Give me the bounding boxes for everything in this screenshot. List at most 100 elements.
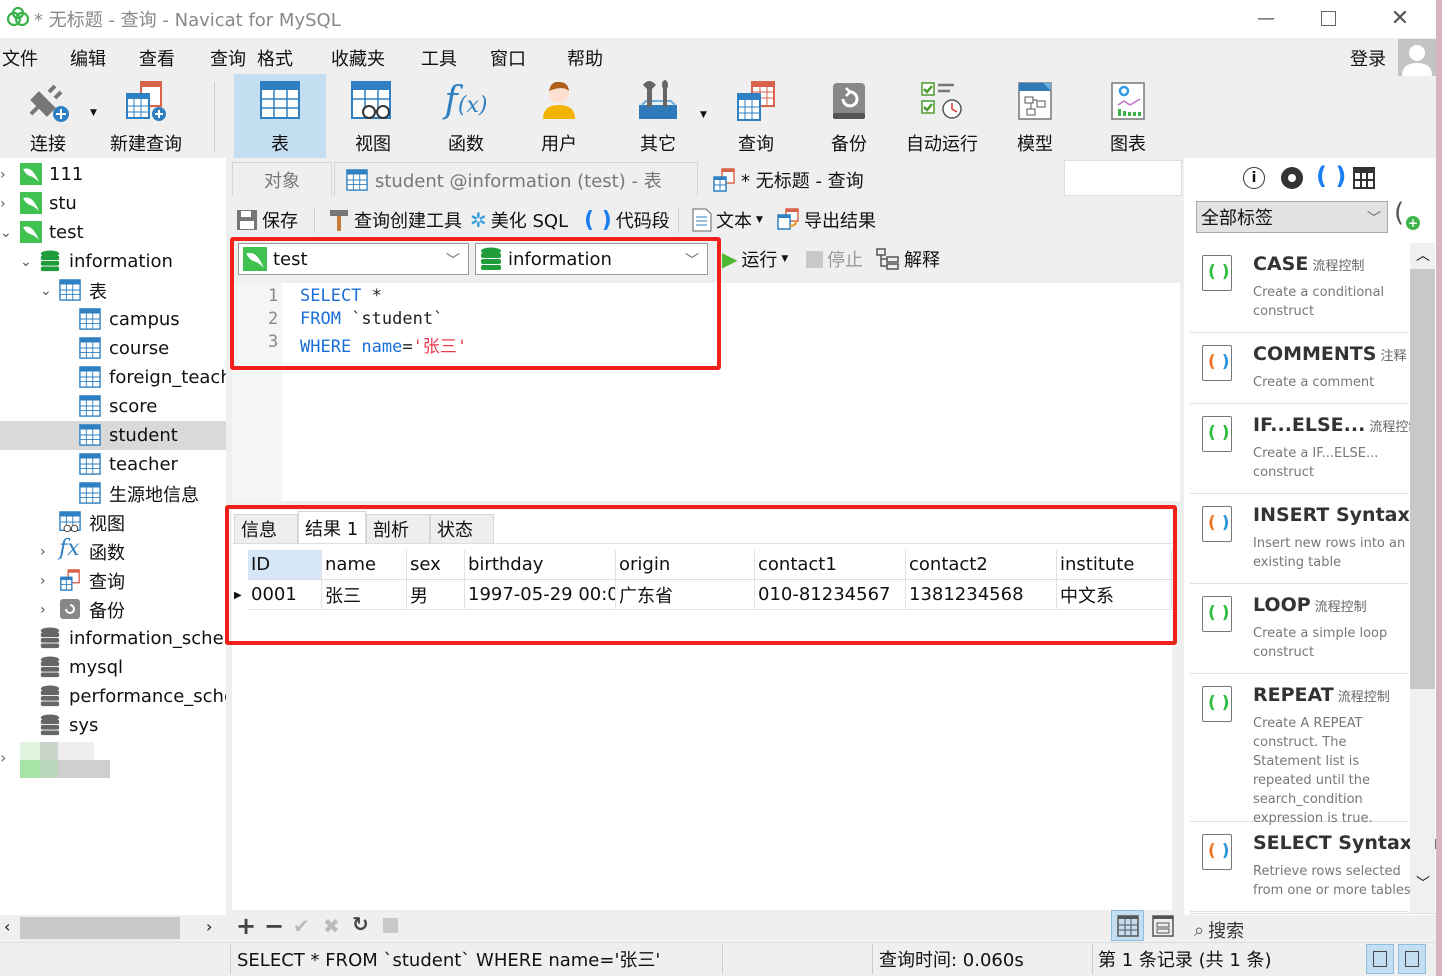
table-layout-icon[interactable] [1353,167,1375,189]
menu-tools[interactable]: 工具 [421,45,457,71]
save-button[interactable]: 保存 [236,205,298,235]
login-link[interactable]: 登录 [1350,45,1386,71]
menu-query[interactable]: 查询 [210,45,246,71]
column-header[interactable]: birthday [465,550,616,580]
query-builder-button[interactable]: 查询创建工具 [328,205,462,235]
tree-connection-stu[interactable]: › stu [0,189,226,218]
result-tab-status[interactable]: 状态 [430,514,494,544]
snippet-item[interactable]: ( ) IF...ELSE... 流程控制 Create a IF...ELSE...… [1190,404,1421,494]
menu-favorites[interactable]: 收藏夹 [331,45,385,71]
text-dropdown-icon[interactable]: ▼ [756,215,763,225]
menu-edit[interactable]: 编辑 [70,45,106,71]
backup-button[interactable]: 备份 [803,74,895,158]
connection-select[interactable]: test ﹀ [238,243,469,275]
result-tab-profile[interactable]: 剖析 [366,514,430,544]
snippet-tab-icon[interactable]: ( ) [1316,162,1346,190]
table-cell[interactable]: 张三 [322,580,407,610]
scroll-down-icon[interactable]: ﹀ [1416,873,1430,893]
function-button[interactable]: f(x) 函数 [420,74,512,158]
apply-changes-icon[interactable]: ✔ [293,914,310,938]
tree-table-campus[interactable]: campus [0,305,226,334]
column-header[interactable]: institute [1057,550,1172,580]
delete-record-icon[interactable]: − [264,912,284,940]
run-dropdown-icon[interactable]: ▼ [781,254,788,264]
tree-table-student[interactable]: student [0,421,226,450]
tree-table-origin-info[interactable]: 生源地信息 [0,479,226,508]
chevron-right-icon[interactable]: › [40,544,46,560]
menu-help[interactable]: 帮助 [567,45,603,71]
tree-database-information[interactable]: ⌄ information [0,247,226,276]
chevron-down-icon[interactable]: ⌄ [20,254,32,270]
database-select[interactable]: information ﹀ [475,243,708,275]
scroll-thumb[interactable] [1410,269,1435,689]
tree-views-group[interactable]: 视图 [0,508,226,537]
discard-changes-icon[interactable]: ✖ [323,914,340,938]
info-icon[interactable]: i [1243,167,1265,189]
snippet-item[interactable]: ( ) LOOP 流程控制 Create a simple loop construc… [1190,584,1408,674]
beautify-sql-button[interactable]: ✲ 美化 SQL [470,205,568,235]
connect-dropdown-icon[interactable]: ▼ [90,108,97,118]
stop-icon[interactable] [383,918,398,933]
chevron-right-icon[interactable]: › [0,196,6,212]
chevron-down-icon[interactable]: ⌄ [40,283,52,299]
tree-database-performance-schema[interactable]: performance_schema [0,682,226,711]
scroll-left-icon[interactable]: ‹ [4,917,10,936]
tree-table-foreign-teach[interactable]: foreign_teach [0,363,226,392]
export-result-button[interactable]: 导出结果 [776,205,876,235]
column-header[interactable]: contact2 [906,550,1057,580]
snippet-item[interactable]: ( )SELECT SyntaxDMLRetrieve rows selecte… [1190,822,1442,912]
tree-tables-group[interactable]: ⌄ 表 [0,276,226,305]
table-cell[interactable]: 广东省 [616,580,755,610]
snippet-scrollbar[interactable]: ︿ ﹀ [1410,243,1435,913]
chevron-right-icon[interactable]: › [40,573,46,589]
menu-window[interactable]: 窗口 [490,45,526,71]
column-header[interactable]: contact1 [755,550,906,580]
layout-right-button[interactable] [1398,944,1426,974]
tree-connection-111[interactable]: › 111 [0,160,226,189]
other-button[interactable]: 其它 [612,74,704,158]
query-button[interactable]: 查询 [710,74,802,158]
scroll-right-icon[interactable]: › [206,917,212,936]
tree-functions-group[interactable]: › fx 函数 [0,536,226,566]
table-cell[interactable]: 0001 [248,580,322,610]
snippet-item[interactable]: ( ) COMMENTS 注释 Create a comment [1190,333,1408,404]
add-record-icon[interactable]: + [236,912,256,940]
snippet-item[interactable]: ( ) CASE 流程控制 Create a conditional construc… [1190,243,1408,333]
preview-icon[interactable] [1281,167,1303,189]
run-button[interactable]: ▶ 运行 ▼ [722,244,788,274]
column-header[interactable]: sex [407,550,465,580]
column-header[interactable]: ID [248,550,322,580]
sidebar-hscrollbar[interactable]: ‹ › [0,915,226,941]
menu-format[interactable]: 格式 [257,45,293,71]
new-snippet-button[interactable]: ( + [1394,198,1424,234]
text-button[interactable]: 文本 ▼ [692,205,763,235]
chart-button[interactable]: 图表 [1082,74,1174,158]
model-button[interactable]: 模型 [989,74,1081,158]
column-header[interactable]: origin [616,550,755,580]
tab-untitled-query[interactable]: * 无标题 - 查询 [700,162,1062,196]
form-view-button[interactable] [1148,910,1178,941]
menu-file[interactable]: 文件 [2,45,38,71]
tree-backups-group[interactable]: › 备份 [0,595,226,624]
table-cell[interactable]: 男 [407,580,465,610]
table-cell[interactable]: 010-81234567 [755,580,906,610]
chevron-down-icon[interactable]: ⌄ [0,225,12,241]
scroll-thumb[interactable] [20,917,180,939]
code-line[interactable]: FROM `student` [300,309,443,329]
tree-connection-test[interactable]: ⌄ test [0,218,226,247]
scroll-up-icon[interactable]: ︿ [1416,245,1430,265]
minimize-button[interactable]: — [1236,0,1296,36]
tree-database-mysql[interactable]: mysql [0,653,226,682]
close-button[interactable]: ✕ [1370,0,1430,36]
layout-left-button[interactable] [1366,944,1394,974]
code-snippet-button[interactable]: ( ) 代码段 [584,205,670,235]
tab-objects[interactable]: 对象 [232,162,332,196]
code-line[interactable]: WHERE name='张三' [300,332,467,357]
connect-button[interactable]: 连接 [2,74,94,158]
explain-button[interactable]: 解释 [876,244,940,274]
tab-student-table[interactable]: student @information (test) - 表 [334,162,698,196]
tree-queries-group[interactable]: › 查询 [0,566,226,595]
view-button[interactable]: 视图 [327,74,419,158]
table-button[interactable]: 表 [234,74,326,158]
column-header[interactable]: name [322,550,407,580]
